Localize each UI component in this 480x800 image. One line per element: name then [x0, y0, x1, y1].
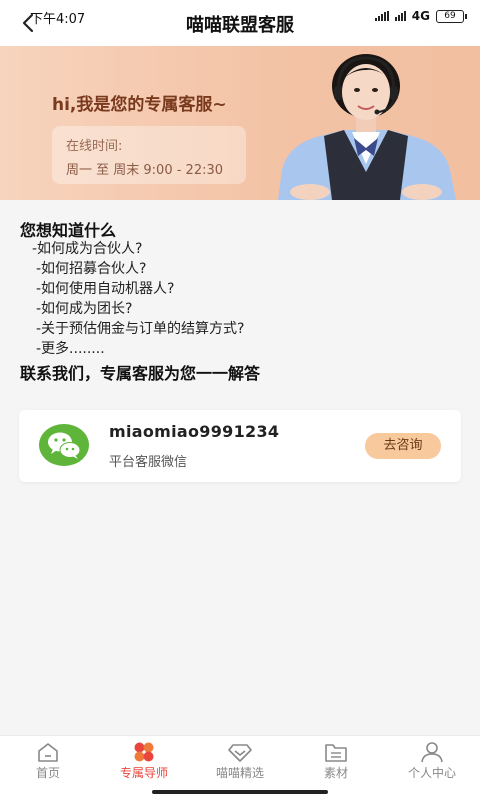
online-hours-value: 周一 至 周末 9:00 - 22:30	[66, 163, 224, 178]
diamond-icon	[228, 744, 252, 762]
status-icons: 4G 69	[374, 9, 467, 23]
tab-label: 喵喵精选	[215, 766, 264, 780]
faq-item[interactable]: -关于预估佣金与订单的结算方式?	[20, 319, 460, 339]
clover-icon	[134, 742, 154, 762]
wechat-subtitle: 平台客服微信	[109, 455, 188, 470]
tab-home[interactable]: 首页	[0, 736, 96, 800]
home-indicator	[152, 790, 328, 794]
customer-service-agent-illustration	[278, 54, 456, 200]
faq-item-more[interactable]: -更多........	[20, 339, 460, 359]
tab-profile[interactable]: 个人中心	[384, 736, 480, 800]
online-hours-label: 在线时间:	[66, 139, 123, 154]
network-type: 4G	[411, 9, 430, 23]
faq-item[interactable]: -如何招募合伙人?	[20, 259, 460, 279]
service-banner: hi,我是您的专属客服~ 在线时间: 周一 至 周末 9:00 - 22:30	[0, 46, 480, 200]
faq-item[interactable]: -如何成为合伙人?	[20, 239, 460, 259]
consult-button[interactable]: 去咨询	[365, 433, 441, 459]
banner-title: hi,我是您的专属客服~	[52, 95, 227, 115]
tab-label: 素材	[323, 766, 348, 780]
faq-section: 您想知道什么 -如何成为合伙人? -如何招募合伙人? -如何使用自动机器人? -…	[20, 217, 460, 359]
wechat-id: miaomiao9991234	[109, 422, 280, 441]
tab-label: 首页	[35, 766, 60, 780]
wechat-icon	[39, 424, 89, 466]
faq-heading: 您想知道什么	[20, 221, 117, 240]
battery-icon: 69	[436, 9, 467, 23]
tab-label: 专属导师	[119, 766, 168, 780]
top-bar: 下午4:07 喵喵联盟客服 4G 69	[0, 0, 480, 46]
home-icon	[38, 743, 58, 762]
signal-icon	[374, 11, 389, 21]
faq-item[interactable]: -如何成为团长?	[20, 299, 460, 319]
person-icon	[421, 742, 443, 763]
signal-icon-2	[394, 11, 406, 21]
tab-label: 个人中心	[407, 766, 456, 780]
wechat-contact-card: miaomiao9991234 平台客服微信 去咨询	[19, 410, 461, 482]
folder-icon	[325, 744, 347, 762]
faq-item[interactable]: -如何使用自动机器人?	[20, 279, 460, 299]
contact-us-text: 联系我们，专属客服为您一一解答	[20, 364, 261, 383]
online-hours-box: 在线时间: 周一 至 周末 9:00 - 22:30	[52, 126, 246, 184]
